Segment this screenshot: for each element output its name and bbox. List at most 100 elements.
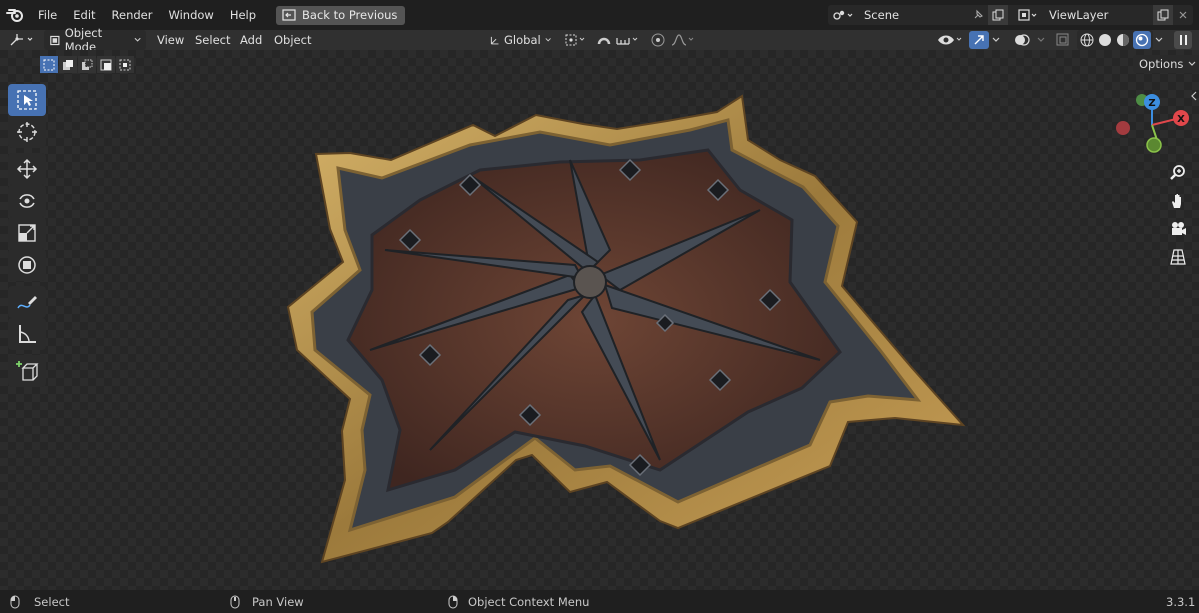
- chevron-down-icon: [1155, 37, 1163, 42]
- overlays-dropdown[interactable]: [1036, 30, 1046, 50]
- chevron-down-icon: [1188, 61, 1196, 66]
- cursor-tool[interactable]: [8, 116, 46, 148]
- menu-add[interactable]: Add: [240, 30, 262, 50]
- grid-perspective-icon: [1170, 249, 1186, 265]
- mouse-left-icon: [10, 595, 20, 608]
- annotate-pen-icon: [17, 296, 37, 309]
- shading-modes: [1077, 30, 1153, 50]
- view-layer-selector: ViewLayer: [1013, 5, 1193, 25]
- editor-type-dropdown[interactable]: [8, 30, 36, 50]
- orientation-icon: [490, 36, 499, 45]
- chevron-down-icon: [1037, 37, 1045, 42]
- move-icon: [16, 158, 38, 180]
- object-mode-icon: [50, 35, 60, 45]
- menu-help[interactable]: Help: [222, 0, 264, 30]
- top-menu-bar: File Edit Render Window Help Back to Pre…: [0, 0, 1199, 30]
- measure-tool[interactable]: [8, 318, 46, 350]
- pause-render-button[interactable]: [1174, 30, 1192, 50]
- transform-icon: [18, 256, 36, 274]
- camera-view-button[interactable]: [1166, 217, 1190, 241]
- view-layer-text: ViewLayer: [1049, 8, 1109, 22]
- options-label: Options: [1139, 57, 1184, 71]
- 3d-viewport-icon: [10, 34, 33, 46]
- falloff-dropdown[interactable]: [670, 30, 696, 50]
- scene-icon[interactable]: [828, 5, 858, 25]
- snap-increment-icon: [616, 37, 638, 45]
- 3d-viewport[interactable]: Options Z X: [0, 50, 1199, 590]
- hand-icon: [1172, 194, 1181, 208]
- status-bar: Select Pan View Object Context Menu 3.3.…: [0, 590, 1199, 613]
- visibility-dropdown[interactable]: [937, 30, 965, 50]
- view-layer-field[interactable]: ViewLayer: [1043, 5, 1153, 25]
- magnet-icon: [597, 37, 611, 45]
- mouse-middle-icon: [230, 595, 240, 608]
- rendered-shading-icon[interactable]: [1133, 31, 1151, 49]
- perspective-toggle-button[interactable]: [1166, 245, 1190, 269]
- pin-icon[interactable]: [968, 5, 988, 25]
- zoom-button[interactable]: [1166, 161, 1190, 185]
- menu-object[interactable]: Object: [274, 30, 311, 50]
- pivot-point-dropdown[interactable]: [564, 30, 590, 50]
- select-extend-icon[interactable]: [59, 56, 77, 73]
- mode-dropdown[interactable]: Object Mode: [44, 26, 146, 54]
- back-to-previous-button[interactable]: Back to Previous: [276, 5, 406, 25]
- sidebar-toggle-icon[interactable]: [1190, 90, 1199, 104]
- navigation-gizmo[interactable]: Z X: [1112, 90, 1192, 160]
- new-view-layer-icon[interactable]: [1153, 5, 1173, 25]
- zoom-magnifier-icon: [1170, 165, 1185, 180]
- status-select-label: Select: [34, 594, 70, 609]
- orientation-dropdown[interactable]: Global: [484, 30, 556, 50]
- overlays-toggle[interactable]: [1013, 30, 1031, 50]
- wireframe-shading-icon[interactable]: [1079, 32, 1095, 48]
- version-label: 3.3.1: [1166, 594, 1196, 609]
- proportional-edit-toggle[interactable]: [650, 30, 666, 50]
- annotate-tool[interactable]: [8, 286, 46, 318]
- blender-logo-icon[interactable]: [0, 0, 30, 30]
- gizmo-dropdown[interactable]: [991, 30, 1001, 50]
- snap-toggle[interactable]: [595, 30, 613, 50]
- scene-name-field[interactable]: Scene: [858, 5, 968, 25]
- selection-modes: [40, 56, 134, 73]
- menu-select[interactable]: Select: [195, 30, 230, 50]
- new-scene-icon[interactable]: [988, 5, 1008, 25]
- select-box-tool[interactable]: [8, 84, 46, 116]
- status-pan-label: Pan View: [252, 594, 304, 609]
- gizmo-toggle[interactable]: [969, 30, 989, 50]
- select-box-icon: [17, 90, 37, 110]
- transform-tool[interactable]: [8, 249, 46, 281]
- solid-shading-icon[interactable]: [1097, 32, 1113, 48]
- pan-button[interactable]: [1166, 189, 1190, 213]
- menu-file[interactable]: File: [30, 0, 65, 30]
- move-tool[interactable]: [8, 153, 46, 185]
- status-context: Object Context Menu: [448, 590, 589, 613]
- status-select: Select: [10, 590, 69, 613]
- select-new-icon[interactable]: [40, 56, 58, 73]
- delete-view-layer-icon[interactable]: [1173, 5, 1193, 25]
- chevron-down-icon: [134, 37, 141, 42]
- scale-tool[interactable]: [8, 217, 46, 249]
- add-cube-tool[interactable]: [8, 355, 46, 387]
- select-invert-icon[interactable]: [97, 56, 115, 73]
- snap-target-dropdown[interactable]: [615, 30, 643, 50]
- chevron-down-icon: [992, 37, 1000, 42]
- rotate-tool[interactable]: [8, 185, 46, 217]
- z-axis-label: Z: [1148, 98, 1155, 109]
- overlays-icon: [1015, 34, 1030, 46]
- material-preview-icon[interactable]: [1115, 32, 1131, 48]
- falloff-curve-icon: [671, 34, 694, 46]
- gizmo-arrows-icon: [969, 31, 989, 49]
- options-dropdown[interactable]: Options: [1133, 55, 1199, 73]
- select-subtract-icon[interactable]: [78, 56, 96, 73]
- eye-icon: [938, 35, 962, 45]
- pause-icon: [1174, 31, 1192, 49]
- measure-ruler-icon: [19, 325, 36, 343]
- menu-view[interactable]: View: [157, 30, 184, 50]
- select-intersect-icon[interactable]: [116, 56, 134, 73]
- shading-dropdown[interactable]: [1154, 30, 1164, 50]
- cursor-icon: [17, 122, 37, 142]
- menu-window[interactable]: Window: [160, 0, 221, 30]
- xray-toggle[interactable]: [1055, 30, 1071, 50]
- status-pan: Pan View: [230, 590, 304, 613]
- back-to-previous-label: Back to Previous: [302, 8, 398, 22]
- view-layer-icon[interactable]: [1013, 5, 1043, 25]
